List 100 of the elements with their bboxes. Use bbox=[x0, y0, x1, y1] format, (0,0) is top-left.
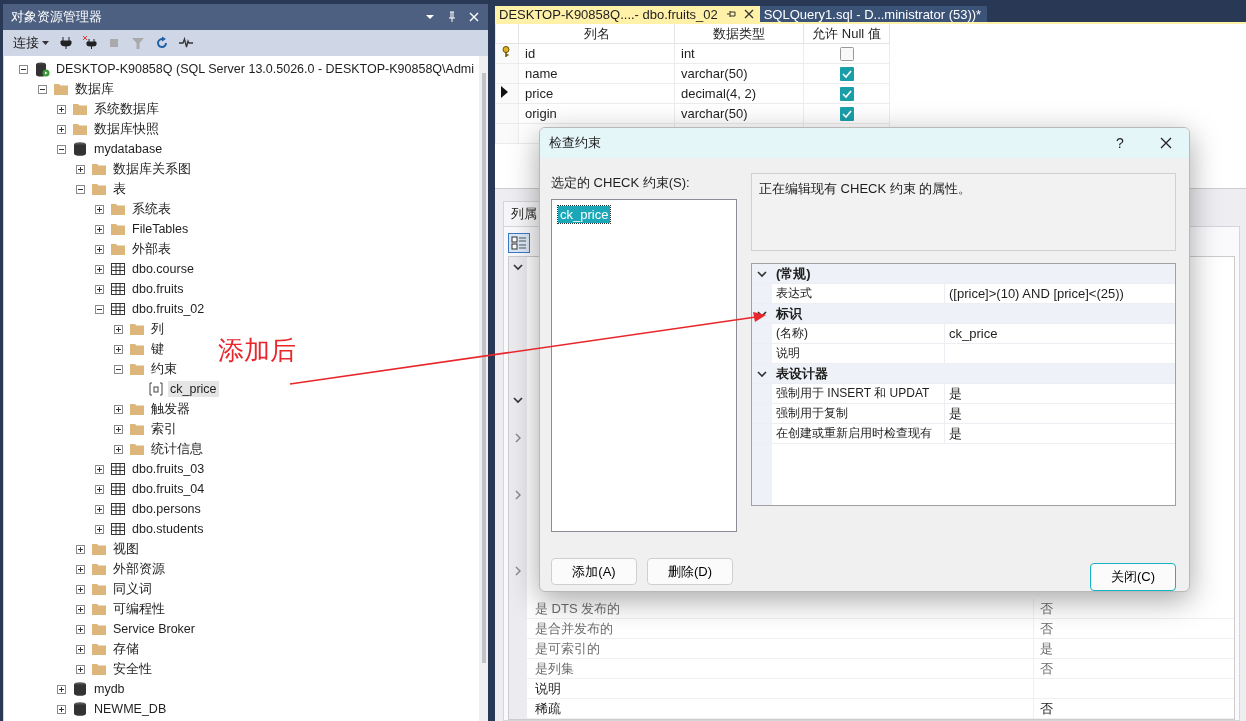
close-dialog-button[interactable]: 关闭(C) bbox=[1090, 563, 1176, 591]
column-header[interactable]: 数据类型 bbox=[674, 24, 804, 44]
chevron-down-icon[interactable] bbox=[513, 261, 523, 272]
checkbox[interactable] bbox=[839, 67, 854, 82]
tree-item[interactable]: 可编程性 bbox=[111, 599, 167, 619]
tree-item[interactable]: 列 bbox=[149, 319, 166, 339]
tree-item[interactable]: 键 bbox=[149, 339, 166, 359]
tree-item[interactable]: 存储 bbox=[111, 639, 141, 659]
activity-icon[interactable] bbox=[179, 36, 193, 50]
pin-icon[interactable] bbox=[725, 9, 736, 19]
tree-item[interactable]: 系统数据库 bbox=[92, 99, 161, 119]
tree-item[interactable]: 约束 bbox=[149, 359, 179, 379]
expand-icon[interactable] bbox=[57, 124, 66, 134]
scrollbar-thumb[interactable] bbox=[482, 73, 486, 663]
plug-icon[interactable] bbox=[59, 36, 73, 50]
table-cell[interactable]: varchar(50) bbox=[674, 63, 804, 84]
collapse-icon[interactable] bbox=[57, 144, 66, 154]
expand-icon[interactable] bbox=[76, 664, 85, 674]
collapse-icon[interactable] bbox=[114, 364, 123, 374]
tree-item[interactable]: mydb bbox=[92, 681, 127, 697]
expand-icon[interactable] bbox=[57, 684, 66, 694]
tree-item[interactable]: 表 bbox=[111, 179, 128, 199]
table-cell[interactable]: price bbox=[518, 83, 675, 104]
property-value[interactable]: 是 bbox=[944, 424, 1175, 443]
disconnect-icon[interactable] bbox=[83, 36, 97, 50]
tree-item[interactable]: DESKTOP-K90858Q (SQL Server 13.0.5026.0 - DESKTOP-K90858Q\Admi bbox=[54, 61, 477, 77]
expand-icon[interactable] bbox=[95, 524, 104, 534]
property-value[interactable]: 是 bbox=[944, 384, 1175, 403]
collapse-icon[interactable] bbox=[38, 84, 47, 94]
column-header[interactable]: 列名 bbox=[518, 24, 675, 44]
expand-icon[interactable] bbox=[95, 264, 104, 274]
tree-item[interactable]: FileTables bbox=[130, 221, 191, 237]
expand-icon[interactable] bbox=[95, 204, 104, 214]
expand-icon[interactable] bbox=[95, 484, 104, 494]
tree-item[interactable]: Service Broker bbox=[111, 621, 197, 637]
tree-item[interactable]: NEWME_DB bbox=[92, 701, 169, 717]
table-cell[interactable]: varchar(50) bbox=[674, 103, 804, 124]
expand-icon[interactable] bbox=[95, 284, 104, 294]
tree-item[interactable]: 视图 bbox=[111, 539, 141, 559]
tree-item[interactable]: dbo.fruits bbox=[130, 281, 186, 297]
property-value[interactable]: 是 bbox=[944, 404, 1175, 423]
chevron-right-icon[interactable] bbox=[513, 565, 523, 576]
tree-item[interactable]: dbo.students bbox=[130, 521, 206, 537]
table-cell[interactable]: int bbox=[674, 43, 804, 64]
expand-icon[interactable] bbox=[95, 224, 104, 234]
category-header[interactable]: 表设计器 bbox=[772, 364, 1175, 383]
tree-item[interactable]: dbo.course bbox=[130, 261, 196, 277]
checkbox[interactable] bbox=[839, 87, 854, 102]
collapse-icon[interactable] bbox=[95, 304, 104, 314]
expand-icon[interactable] bbox=[76, 644, 85, 654]
table-cell[interactable]: name bbox=[518, 63, 675, 84]
dialog-button[interactable]: 删除(D) bbox=[647, 558, 733, 585]
connect-button[interactable]: 连接 bbox=[13, 34, 49, 52]
expand-icon[interactable] bbox=[57, 104, 66, 114]
expand-icon[interactable] bbox=[114, 344, 123, 354]
refresh-icon[interactable] bbox=[155, 36, 169, 50]
expand-icon[interactable] bbox=[114, 404, 123, 414]
checkbox[interactable] bbox=[839, 47, 854, 62]
tree-item[interactable]: dbo.persons bbox=[130, 501, 203, 517]
categorized-view-icon[interactable] bbox=[508, 233, 530, 253]
tree-item[interactable]: 数据库关系图 bbox=[111, 159, 193, 179]
tree-item[interactable]: 数据库 bbox=[73, 79, 116, 99]
tree-item[interactable]: 触发器 bbox=[149, 399, 192, 419]
category-header[interactable]: (常规) bbox=[772, 264, 1175, 283]
pin-icon[interactable] bbox=[446, 11, 458, 23]
expand-icon[interactable] bbox=[76, 164, 85, 174]
expand-icon[interactable] bbox=[95, 504, 104, 514]
expand-icon[interactable] bbox=[76, 604, 85, 614]
chevron-right-icon[interactable] bbox=[513, 489, 523, 500]
tree-item[interactable]: 外部资源 bbox=[111, 559, 167, 579]
property-value[interactable]: ck_price bbox=[944, 324, 1175, 343]
tree-item[interactable]: 同义词 bbox=[111, 579, 154, 599]
table-cell[interactable]: id bbox=[518, 43, 675, 64]
checkbox[interactable] bbox=[839, 107, 854, 122]
tree-item[interactable]: 安全性 bbox=[111, 659, 154, 679]
table-cell[interactable]: origin bbox=[518, 103, 675, 124]
tree-item[interactable]: 索引 bbox=[149, 419, 179, 439]
property-value[interactable]: ([price]>(10) AND [price]<(25)) bbox=[944, 284, 1175, 303]
chevron-down-icon[interactable] bbox=[513, 394, 523, 405]
expand-icon[interactable] bbox=[57, 704, 66, 714]
tree-item[interactable]: dbo.fruits_02 bbox=[130, 301, 207, 317]
chevron-right-icon[interactable] bbox=[513, 432, 523, 443]
close-icon[interactable] bbox=[743, 9, 754, 19]
expand-icon[interactable] bbox=[76, 544, 85, 554]
document-tab[interactable]: SQLQuery1.sql - D...ministrator (53))* bbox=[759, 6, 988, 22]
property-value[interactable]: 否 bbox=[1033, 699, 1053, 718]
tree-item[interactable]: 统计信息 bbox=[149, 439, 205, 459]
expand-icon[interactable] bbox=[114, 424, 123, 434]
category-header[interactable]: 标识 bbox=[772, 304, 1175, 323]
chevron-down-icon[interactable] bbox=[757, 368, 767, 379]
dialog-button[interactable]: 添加(A) bbox=[551, 558, 637, 585]
table-cell[interactable]: decimal(4, 2) bbox=[674, 83, 804, 104]
collapse-icon[interactable] bbox=[19, 64, 28, 74]
help-button[interactable]: ? bbox=[1097, 135, 1143, 151]
document-tab[interactable]: DESKTOP-K90858Q....- dbo.fruits_02 bbox=[495, 6, 760, 22]
tree-item[interactable]: 数据库快照 bbox=[92, 119, 161, 139]
column-header[interactable]: 允许 Null 值 bbox=[803, 24, 890, 44]
close-button[interactable] bbox=[1160, 137, 1172, 149]
expand-icon[interactable] bbox=[114, 324, 123, 334]
tree-item[interactable]: dbo.fruits_04 bbox=[130, 481, 207, 497]
